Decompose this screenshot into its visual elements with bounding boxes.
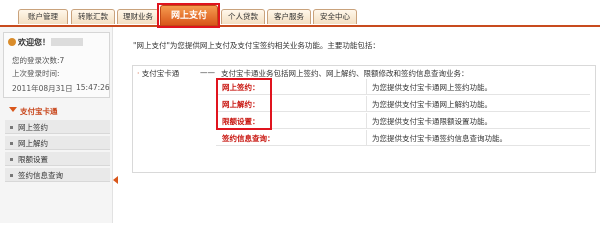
highlight-box-tab bbox=[157, 3, 220, 28]
sidebar-item-label: 网上签约 bbox=[18, 123, 48, 132]
triangle-down-icon bbox=[9, 107, 17, 112]
sidebar-section-label: 支付宝卡通 bbox=[20, 107, 58, 116]
collapse-sidebar-icon[interactable] bbox=[113, 176, 118, 184]
link-signing-query[interactable]: 签约信息查询： bbox=[222, 133, 275, 144]
intro-text: "网上支付"为您提供网上支付及支付宝签约相关业务功能。主要功能包括： bbox=[133, 41, 380, 50]
tab-personal-loan[interactable]: 个人贷款 bbox=[221, 9, 265, 24]
last-login-time: 15:47:26 bbox=[76, 83, 110, 92]
user-icon bbox=[8, 38, 16, 46]
section-dash: —— bbox=[200, 68, 215, 77]
sidebar-item-label: 限额设置 bbox=[18, 155, 48, 164]
feature-description: 为您提供支付宝卡通签约信息查询功能。 bbox=[372, 134, 507, 143]
cell-divider bbox=[366, 113, 367, 129]
feature-description: 为您提供支付宝卡通网上签约功能。 bbox=[372, 83, 492, 92]
last-login-date: 2011年08月31日 bbox=[12, 84, 73, 93]
username-masked bbox=[51, 38, 83, 46]
feature-row: 限额设置： 为您提供支付宝卡通限额设置功能。 bbox=[216, 113, 590, 129]
feature-row: 网上解约： 为您提供支付宝卡通网上解约功能。 bbox=[216, 96, 590, 112]
login-count: 您的登录次数:7 bbox=[12, 56, 65, 65]
cell-divider bbox=[366, 96, 367, 112]
feature-description: 为您提供支付宝卡通限额设置功能。 bbox=[372, 117, 492, 126]
sidebar-item-signing-query[interactable]: 签约信息查询 bbox=[5, 168, 110, 182]
sidebar-section-alipay-card[interactable]: 支付宝卡通 bbox=[0, 104, 113, 118]
bullet-icon bbox=[10, 158, 13, 161]
feature-row: 网上签约： 为您提供支付宝卡通网上签约功能。 bbox=[216, 79, 590, 95]
tab-security-center[interactable]: 安全中心 bbox=[313, 9, 357, 24]
top-nav-bar: 账户管理 转账汇款 理财业务 网上支付 个人贷款 客户服务 安全中心 bbox=[0, 0, 600, 27]
sidebar-item-online-unsigning[interactable]: 网上解约 bbox=[5, 136, 110, 150]
sidebar-item-online-signing[interactable]: 网上签约 bbox=[5, 120, 110, 134]
cell-divider bbox=[366, 79, 367, 95]
feature-description: 为您提供支付宝卡通网上解约功能。 bbox=[372, 100, 492, 109]
last-login-label: 上次登录时间: bbox=[12, 69, 60, 78]
bullet-icon bbox=[10, 142, 13, 145]
welcome-box: 欢迎您！ 您的登录次数:7 上次登录时间: 2011年08月31日 15:47:… bbox=[3, 32, 110, 98]
sidebar-item-label: 签约信息查询 bbox=[18, 171, 63, 180]
feature-row: 签约信息查询： 为您提供支付宝卡通签约信息查询功能。 bbox=[216, 130, 590, 146]
left-sidebar: 欢迎您！ 您的登录次数:7 上次登录时间: 2011年08月31日 15:47:… bbox=[0, 27, 113, 223]
sidebar-item-label: 网上解约 bbox=[18, 139, 48, 148]
bullet-icon bbox=[10, 174, 13, 177]
tab-customer-service[interactable]: 客户服务 bbox=[267, 9, 311, 24]
tab-wealth[interactable]: 理财业务 bbox=[117, 9, 159, 24]
section-label: · 支付宝卡通 bbox=[137, 69, 180, 78]
cell-divider bbox=[366, 130, 367, 146]
sidebar-item-limit-settings[interactable]: 限额设置 bbox=[5, 152, 110, 166]
tab-transfer[interactable]: 转账汇款 bbox=[71, 9, 115, 24]
highlight-box-links bbox=[216, 78, 272, 130]
bullet-icon bbox=[10, 126, 13, 129]
welcome-text: 欢迎您！ bbox=[18, 38, 50, 47]
tab-account-management[interactable]: 账户管理 bbox=[18, 9, 68, 24]
